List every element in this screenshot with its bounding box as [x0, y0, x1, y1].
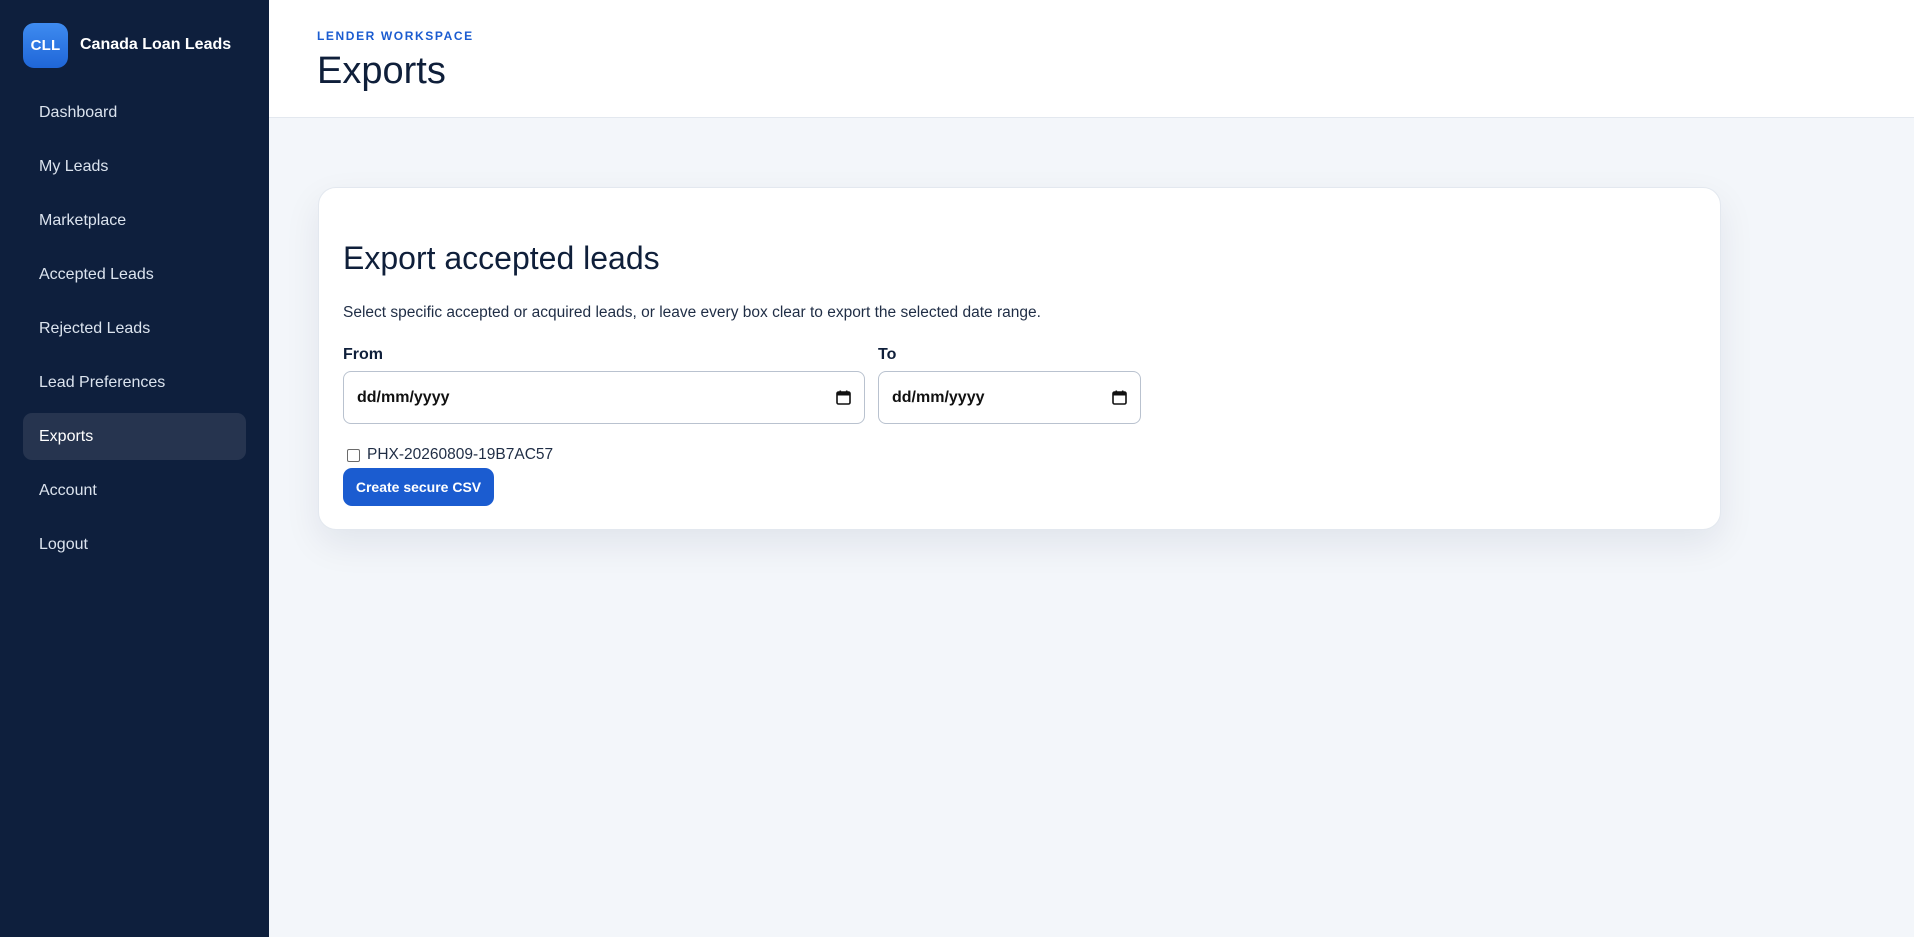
card-title: Export accepted leads [343, 240, 660, 276]
brand-name: Canada Loan Leads [80, 36, 232, 53]
from-date-placeholder: dd/mm/yyyy [357, 388, 450, 406]
export-card: Export accepted leads Select specific ac… [318, 187, 1721, 530]
page-title: Exports [317, 50, 446, 92]
sidebar-item-marketplace[interactable]: Marketplace [23, 197, 246, 244]
create-csv-button[interactable]: Create secure CSV [343, 468, 494, 506]
calendar-icon[interactable] [836, 390, 851, 405]
from-date-input[interactable]: dd/mm/yyyy [343, 371, 865, 424]
lead-checkbox[interactable] [347, 448, 360, 462]
card-description: Select specific accepted or acquired lea… [343, 304, 1041, 321]
sidebar-item-accepted-leads[interactable]: Accepted Leads [23, 251, 246, 298]
sidebar-item-exports[interactable]: Exports [23, 413, 246, 460]
brand-logo: CLL [23, 22, 68, 68]
to-label: To [878, 346, 897, 363]
sidebar: CLL Canada Loan Leads Dashboard My Leads… [0, 0, 269, 937]
calendar-icon[interactable] [1112, 390, 1127, 405]
brand[interactable]: CLL Canada Loan Leads [23, 22, 246, 68]
sidebar-nav: Dashboard My Leads Marketplace Accepted … [23, 89, 246, 568]
from-label: From [343, 346, 383, 363]
sidebar-item-dashboard[interactable]: Dashboard [23, 89, 246, 136]
sidebar-item-account[interactable]: Account [23, 467, 246, 514]
sidebar-item-logout[interactable]: Logout [23, 521, 246, 568]
page-header: LENDER WORKSPACE Exports [269, 0, 1914, 118]
sidebar-item-lead-preferences[interactable]: Lead Preferences [23, 359, 246, 406]
workspace-eyebrow: LENDER WORKSPACE [317, 29, 474, 43]
lead-id-label[interactable]: PHX-20260809-19B7AC57 [367, 446, 553, 464]
to-date-input[interactable]: dd/mm/yyyy [878, 371, 1141, 424]
sidebar-item-rejected-leads[interactable]: Rejected Leads [23, 305, 246, 352]
sidebar-item-my-leads[interactable]: My Leads [23, 143, 246, 190]
to-date-placeholder: dd/mm/yyyy [892, 388, 985, 406]
lead-checkbox-row[interactable]: PHX-20260809-19B7AC57 [343, 446, 553, 464]
